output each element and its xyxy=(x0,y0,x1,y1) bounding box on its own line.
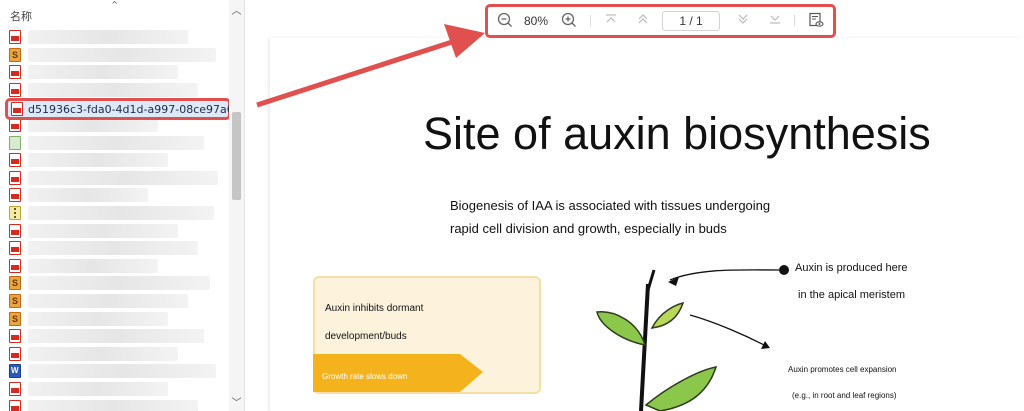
annotation-arrow-head xyxy=(444,24,485,58)
promotes-text-1: Auxin promotes cell expansion xyxy=(788,365,897,374)
plant-stem xyxy=(639,283,650,411)
promotes-text-2: (e.g., in root and leaf regions) xyxy=(792,391,897,400)
slide-illustration xyxy=(256,24,789,411)
leaf-bud xyxy=(650,301,685,329)
expansion-arrow-head xyxy=(761,341,770,349)
growth-tag-label: Growth rate slows down xyxy=(322,372,408,381)
produced-text-1: Auxin is produced here xyxy=(795,262,908,274)
leaf-left xyxy=(596,311,647,346)
meristem-arrow xyxy=(669,269,780,281)
expansion-arrow xyxy=(689,314,769,348)
produced-text-2: in the apical meristem xyxy=(798,289,905,301)
meristem-dot xyxy=(779,265,789,275)
leaf-right xyxy=(644,366,718,411)
plant-stem-tip xyxy=(646,269,656,291)
annotation-arrow-line xyxy=(256,39,453,108)
